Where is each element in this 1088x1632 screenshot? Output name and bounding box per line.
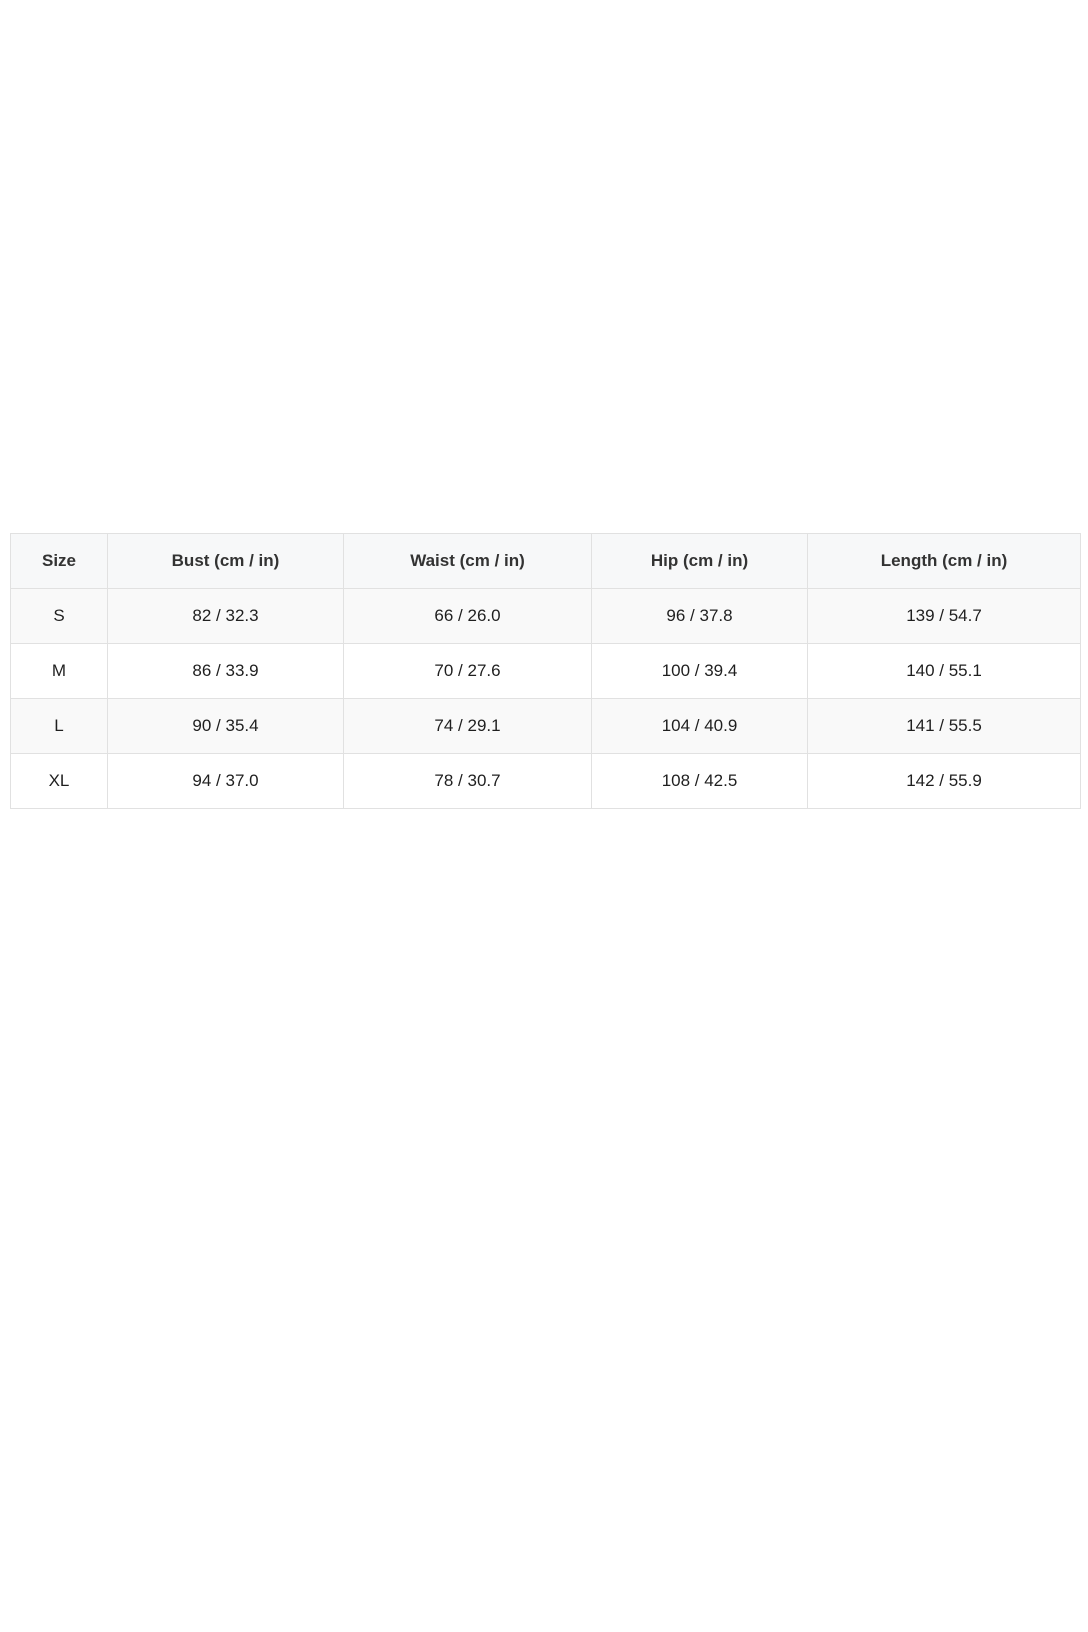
header-hip: Hip (cm / in) bbox=[591, 533, 808, 589]
size-cell: S bbox=[10, 588, 108, 644]
table-row: XL 94 / 37.0 78 / 30.7 108 / 42.5 142 / … bbox=[10, 753, 1081, 809]
waist-cell: 78 / 30.7 bbox=[343, 753, 592, 809]
length-cell: 142 / 55.9 bbox=[807, 753, 1081, 809]
length-cell: 141 / 55.5 bbox=[807, 698, 1081, 754]
table-row: M 86 / 33.9 70 / 27.6 100 / 39.4 140 / 5… bbox=[10, 643, 1081, 699]
hip-cell: 96 / 37.8 bbox=[591, 588, 808, 644]
header-bust: Bust (cm / in) bbox=[107, 533, 344, 589]
waist-cell: 70 / 27.6 bbox=[343, 643, 592, 699]
hip-cell: 100 / 39.4 bbox=[591, 643, 808, 699]
size-chart-table: Size Bust (cm / in) Waist (cm / in) Hip … bbox=[10, 533, 1081, 809]
header-waist: Waist (cm / in) bbox=[343, 533, 592, 589]
hip-cell: 108 / 42.5 bbox=[591, 753, 808, 809]
waist-cell: 66 / 26.0 bbox=[343, 588, 592, 644]
table-row: L 90 / 35.4 74 / 29.1 104 / 40.9 141 / 5… bbox=[10, 698, 1081, 754]
table-body: S 82 / 32.3 66 / 26.0 96 / 37.8 139 / 54… bbox=[10, 588, 1081, 809]
table-row: S 82 / 32.3 66 / 26.0 96 / 37.8 139 / 54… bbox=[10, 588, 1081, 644]
length-cell: 139 / 54.7 bbox=[807, 588, 1081, 644]
waist-cell: 74 / 29.1 bbox=[343, 698, 592, 754]
bust-cell: 86 / 33.9 bbox=[107, 643, 344, 699]
hip-cell: 104 / 40.9 bbox=[591, 698, 808, 754]
header-size: Size bbox=[10, 533, 108, 589]
header-length: Length (cm / in) bbox=[807, 533, 1081, 589]
size-cell: M bbox=[10, 643, 108, 699]
table-header: Size Bust (cm / in) Waist (cm / in) Hip … bbox=[10, 533, 1081, 589]
header-row: Size Bust (cm / in) Waist (cm / in) Hip … bbox=[10, 533, 1081, 589]
size-cell: L bbox=[10, 698, 108, 754]
bust-cell: 94 / 37.0 bbox=[107, 753, 344, 809]
bust-cell: 82 / 32.3 bbox=[107, 588, 344, 644]
size-cell: XL bbox=[10, 753, 108, 809]
bust-cell: 90 / 35.4 bbox=[107, 698, 344, 754]
length-cell: 140 / 55.1 bbox=[807, 643, 1081, 699]
